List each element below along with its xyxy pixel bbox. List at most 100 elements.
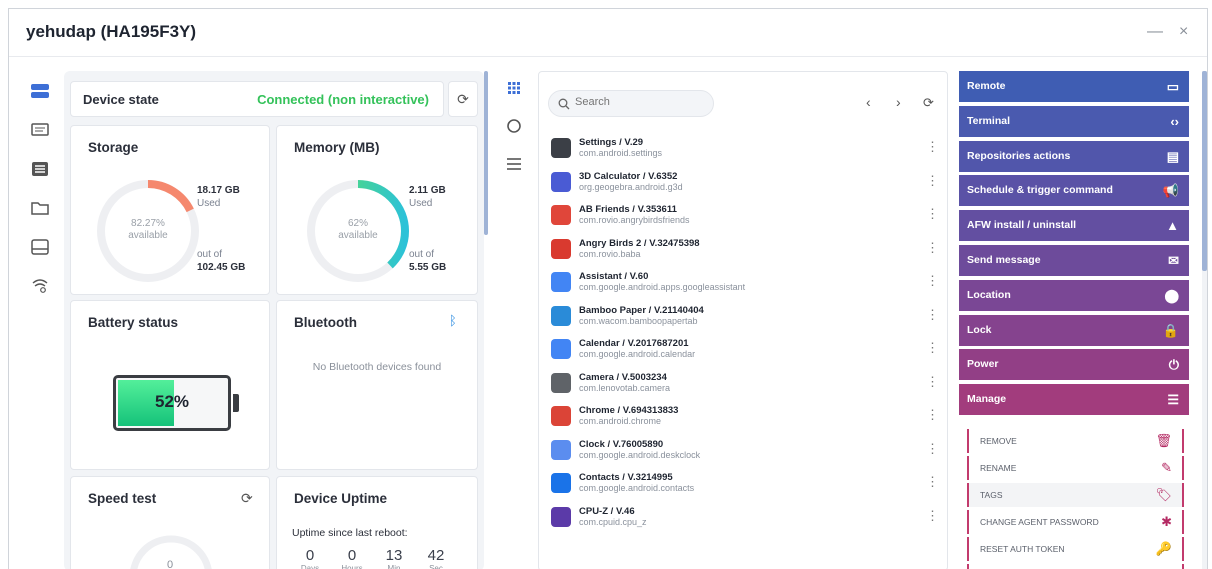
actions-scrollbar-thumb[interactable]	[1202, 71, 1207, 271]
actions-scrollbar-track[interactable]	[1202, 71, 1207, 569]
chrome-app-icon	[551, 406, 571, 426]
app-package: com.lenovotab.camera	[579, 382, 671, 393]
app-name: Settings / V.29	[579, 137, 644, 148]
device-state-bar: Device state Connected (non interactive)	[70, 81, 444, 117]
app-name: Camera / V.5003234	[579, 371, 667, 383]
manage-item-icon: 🗑	[1155, 433, 1172, 448]
uptime-value: 0	[347, 547, 357, 564]
action-schedule-trigger-command-button[interactable]: Schedule & trigger command 📢	[959, 175, 1189, 207]
kebab-menu-icon[interactable]: ⋮	[926, 408, 939, 421]
server-icon[interactable]	[31, 83, 49, 99]
title-bar: yehudap (HA195F3Y) — ×	[9, 9, 1207, 57]
app-list-item[interactable]: 3D Calculator / V.6352 org.geogebra.andro…	[539, 167, 947, 200]
app-list-item[interactable]: Settings / V.29 com.android.settings ⋮	[539, 133, 947, 166]
kebab-menu-icon[interactable]: ⋮	[926, 509, 939, 522]
app-package: com.google.android.deskclock	[579, 449, 701, 460]
list-icon[interactable]	[31, 161, 49, 177]
uptime-value: 13	[385, 547, 403, 564]
ab-friends-app-icon	[551, 205, 571, 225]
device-state-value: Connected (non interactive)	[257, 92, 429, 107]
kebab-menu-icon[interactable]: ⋮	[926, 174, 939, 187]
action-afw-install-uninstall-button[interactable]: AFW install / uninstall ▲	[959, 210, 1189, 242]
next-page-button[interactable]: ›	[896, 94, 901, 110]
app-list-item[interactable]: Chrome / V.694313833 com.android.chrome ⋮	[539, 401, 947, 434]
action-power-button[interactable]: Power ⏻	[959, 349, 1189, 381]
kebab-menu-icon[interactable]: ⋮	[926, 140, 939, 153]
kebab-menu-icon[interactable]: ⋮	[926, 475, 939, 488]
app-list-item[interactable]: CPU-Z / V.46 com.cpuid.cpu_z ⋮	[539, 502, 947, 535]
message-icon[interactable]	[31, 123, 49, 139]
action-manage-button[interactable]: Manage ☰	[959, 384, 1189, 416]
uptime-counter: 13 Min	[376, 547, 412, 569]
grid-icon[interactable]	[507, 81, 521, 95]
menu-icon[interactable]	[506, 157, 522, 171]
search-input[interactable]	[575, 96, 705, 108]
prev-page-button[interactable]: ‹	[866, 94, 871, 110]
app-list-item[interactable]: Clock / V.76005890 com.google.android.des…	[539, 435, 947, 468]
app-list-item[interactable]: Camera / V.5003234 com.lenovotab.camera ⋮	[539, 368, 947, 401]
action-location-button[interactable]: Location ⬤	[959, 279, 1189, 311]
kebab-menu-icon[interactable]: ⋮	[926, 241, 939, 254]
storage-icon[interactable]	[31, 239, 49, 255]
uptime-counter: 0 Hours	[334, 547, 370, 569]
kebab-menu-icon[interactable]: ⋮	[926, 274, 939, 287]
assistant-app-icon	[551, 272, 571, 292]
kebab-menu-icon[interactable]: ⋮	[926, 375, 939, 388]
app-list-item[interactable]: Bamboo Paper / V.21140404 com.wacom.bambo…	[539, 301, 947, 334]
kebab-menu-icon[interactable]: ⋮	[926, 308, 939, 321]
search-icon	[558, 98, 570, 110]
action-label: Manage	[967, 393, 1007, 406]
close-button[interactable]: ×	[1179, 23, 1188, 41]
manage-remove-item[interactable]: REMOVE 🗑	[967, 429, 1184, 453]
bluetooth-title: Bluetooth	[294, 315, 357, 330]
memory-total: out of 5.55 GB	[409, 249, 447, 273]
action-send-message-button[interactable]: Send message ✉	[959, 245, 1189, 276]
app-name: Clock / V.76005890	[579, 438, 664, 450]
app-name: CPU-Z / V.46	[579, 505, 635, 517]
action-lock-button[interactable]: Lock 🔒	[959, 314, 1189, 346]
app-list-item[interactable]: Contacts / V.3214995 com.google.android.c…	[539, 468, 947, 501]
action-label: Send message	[967, 254, 1041, 266]
device-state-refresh-button[interactable]: ⟳	[448, 81, 478, 117]
speed-test-refresh-button[interactable]: ⟳	[241, 490, 253, 507]
manage-item-icon: 🏷	[1155, 487, 1172, 502]
storage-card: Storage 82.27% available 18.17 GB Used out…	[70, 125, 270, 295]
app-package: com.android.settings	[579, 148, 663, 158]
manage-remove-google-accounts-item[interactable]: REMOVE GOOGLE ACCOUNTS●	[967, 564, 1184, 569]
bluetooth-card: Bluetooth ᛒ No Bluetooth devices found	[276, 300, 478, 470]
uptime-value: 42	[427, 547, 445, 564]
kebab-menu-icon[interactable]: ⋮	[926, 341, 939, 354]
minimize-button[interactable]: —	[1147, 23, 1163, 41]
app-list-item[interactable]: Angry Birds 2 / V.32475398 com.rovio.baba…	[539, 234, 947, 267]
app-name: Chrome / V.694313833	[579, 405, 679, 416]
kebab-menu-icon[interactable]: ⋮	[926, 442, 939, 455]
app-list-item[interactable]: AB Friends / V.353611 com.rovio.angrybird…	[539, 200, 947, 233]
circle-icon[interactable]	[506, 118, 522, 134]
memory-card: Memory (MB) 62% available 2.11 GB Used out…	[276, 125, 478, 295]
app-list-item[interactable]: Assistant / V.60 com.google.android.apps.…	[539, 267, 947, 300]
wifi-settings-icon[interactable]	[31, 277, 49, 293]
app-list-item[interactable]: Calendar / V.2017687201 com.google.androi…	[539, 334, 947, 367]
uptime-unit: Sec	[429, 564, 443, 569]
manage-tags-item[interactable]: TAGS 🏷	[967, 483, 1184, 507]
kebab-menu-icon[interactable]: ⋮	[926, 207, 939, 220]
manage-change-agent-password-item[interactable]: CHANGE AGENT PASSWORD ✱	[967, 510, 1184, 534]
battery-level: 52%	[154, 392, 190, 411]
action-label: Repositories actions	[967, 149, 1071, 162]
action-icon: ‹›	[1170, 113, 1179, 129]
manage-reset-auth-token-item[interactable]: RESET AUTH TOKEN 🔑	[967, 537, 1184, 561]
folder-icon[interactable]	[31, 200, 49, 216]
action-terminal-button[interactable]: Terminal ‹›	[959, 105, 1189, 137]
manage-item-label: RESET AUTH TOKEN	[980, 544, 1065, 554]
manage-item-label: REMOVE	[980, 436, 1017, 446]
dashboard-scrollbar[interactable]	[484, 71, 488, 235]
dashboard-panel: Device state Connected (non interactive)…	[64, 71, 484, 569]
app-list-refresh-button[interactable]: ⟳	[923, 95, 934, 111]
manage-item-icon: 🔑	[1155, 541, 1172, 556]
action-remote-button[interactable]: Remote ▭	[959, 71, 1189, 102]
battery-icon: 52%	[113, 375, 231, 431]
action-label: Lock	[967, 323, 992, 336]
manage-rename-item[interactable]: RENAME ✎	[967, 456, 1184, 480]
action-repositories-actions-button[interactable]: Repositories actions ▤	[959, 140, 1189, 172]
storage-total: out of 102.45 GB	[197, 249, 246, 273]
